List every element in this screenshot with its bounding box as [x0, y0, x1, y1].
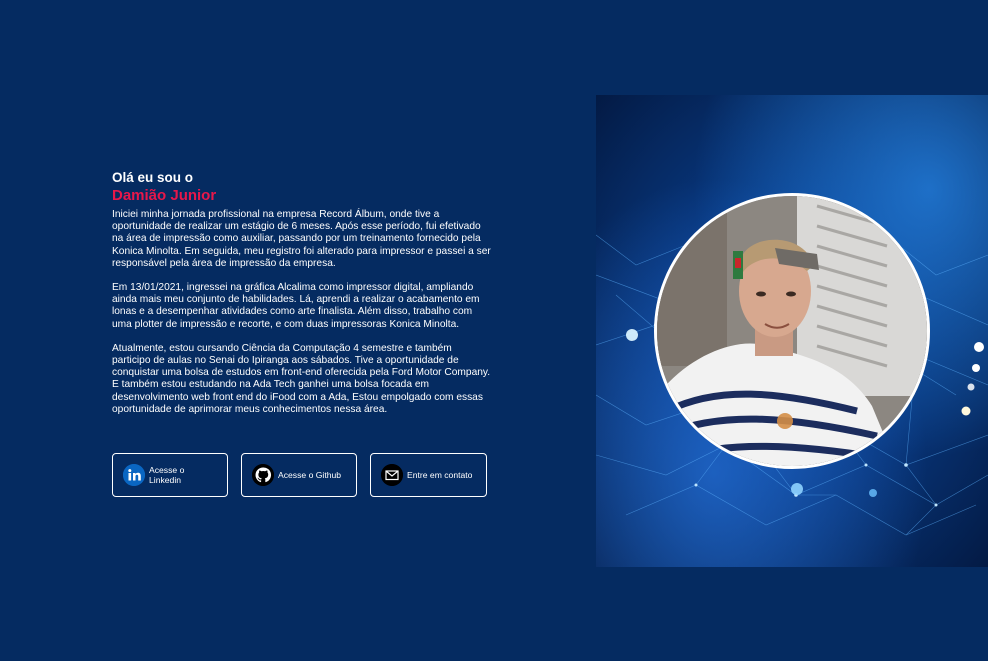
- bio-paragraph-1: Iniciei minha jornada profissional na em…: [112, 209, 491, 269]
- greeting-text: Olá eu sou o: [112, 170, 194, 185]
- mail-icon: [381, 464, 403, 486]
- author-name: Damião Junior: [112, 187, 217, 204]
- github-icon: [252, 464, 274, 486]
- profile-photo: [654, 193, 930, 469]
- intro-section: Olá eu sou o Damião Junior Iniciei minha…: [112, 170, 492, 428]
- profile-photo-image: [657, 196, 927, 466]
- contact-button[interactable]: Entre em contato: [370, 453, 487, 497]
- contact-button-label: Entre em contato: [407, 470, 473, 480]
- bio-paragraph-3: Atualmente, estou cursando Ciência da Co…: [112, 342, 491, 415]
- linkedin-button[interactable]: Acesse o Linkedin: [112, 453, 228, 497]
- bio-paragraph-2: Em 13/01/2021, ingressei na gráfica Alca…: [112, 282, 480, 330]
- contact-buttons: Acesse o Linkedin Acesse o Github Entre …: [112, 453, 500, 497]
- github-button[interactable]: Acesse o Github: [241, 453, 357, 497]
- linkedin-button-label: Acesse o Linkedin: [149, 465, 185, 485]
- github-button-label: Acesse o Github: [278, 470, 342, 480]
- linkedin-icon: [123, 464, 145, 486]
